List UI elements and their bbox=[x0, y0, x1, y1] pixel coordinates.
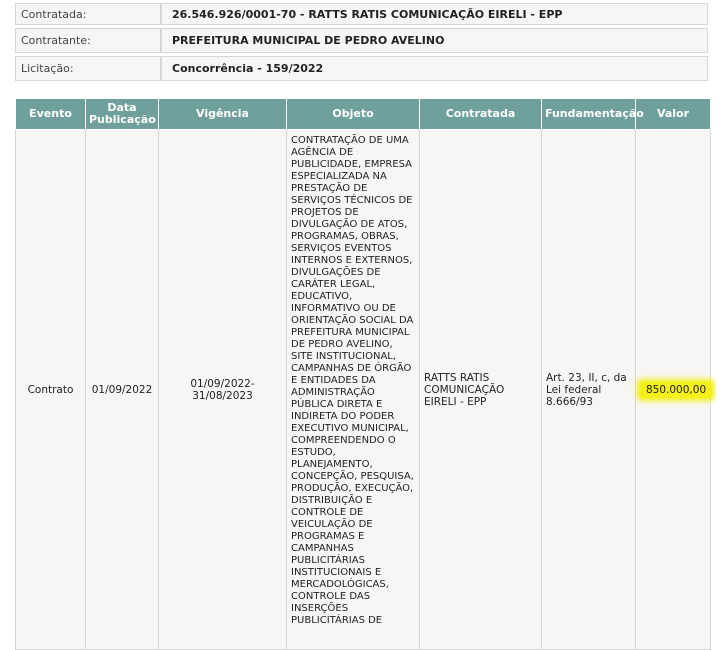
table-row[interactable]: Contrato 01/09/2022 01/09/2022-31/08/202… bbox=[15, 129, 713, 650]
header-vigencia[interactable]: Vigência bbox=[158, 98, 287, 130]
header-evento[interactable]: Evento bbox=[15, 98, 86, 130]
info-value: Concorrência - 159/2022 bbox=[161, 56, 708, 81]
cell-valor: 850.000,00 bbox=[635, 129, 713, 650]
cell-data-publicacao: 01/09/2022 bbox=[85, 129, 159, 650]
header-fundamentacao[interactable]: Fundamentação bbox=[541, 98, 644, 130]
contract-info-table: Contratada: 26.546.926/0001-70 - RATTS R… bbox=[15, 0, 708, 84]
objeto-text: CONTRATAÇÃO DE UMA AGÊNCIA DE PUBLICIDAD… bbox=[291, 135, 414, 626]
table-header-row: Evento Data Publicação Vigência Objeto C… bbox=[15, 98, 711, 130]
cell-vigencia: 01/09/2022-31/08/2023 bbox=[158, 129, 287, 650]
info-label: Contratante: bbox=[15, 28, 161, 53]
info-row-licitacao: Licitação: Concorrência - 159/2022 bbox=[15, 56, 708, 81]
header-contratada[interactable]: Contratada bbox=[419, 98, 542, 130]
info-value: PREFEITURA MUNICIPAL DE PEDRO AVELINO bbox=[161, 28, 708, 53]
valor-highlight: 850.000,00 bbox=[640, 381, 713, 398]
info-row-contratante: Contratante: PREFEITURA MUNICIPAL DE PED… bbox=[15, 28, 708, 53]
header-valor[interactable]: Valor bbox=[635, 98, 711, 130]
cell-evento: Contrato bbox=[15, 129, 86, 650]
cell-fundamentacao: Art. 23, II, c, da Lei federal 8.666/93 bbox=[541, 129, 636, 650]
header-objeto[interactable]: Objeto bbox=[286, 98, 420, 130]
cell-contratada: RATTS RATIS COMUNICAÇÃO EIRELI - EPP bbox=[419, 129, 542, 650]
cell-objeto: CONTRATAÇÃO DE UMA AGÊNCIA DE PUBLICIDAD… bbox=[286, 129, 420, 650]
info-row-contratada: Contratada: 26.546.926/0001-70 - RATTS R… bbox=[15, 3, 708, 25]
header-data-publicacao[interactable]: Data Publicação bbox=[85, 98, 159, 130]
info-value: 26.546.926/0001-70 - RATTS RATIS COMUNIC… bbox=[161, 3, 708, 25]
page-edge bbox=[716, 0, 726, 619]
info-label: Licitação: bbox=[15, 56, 161, 81]
contract-events-table: Evento Data Publicação Vigência Objeto C… bbox=[15, 98, 713, 650]
info-label: Contratada: bbox=[15, 3, 161, 25]
